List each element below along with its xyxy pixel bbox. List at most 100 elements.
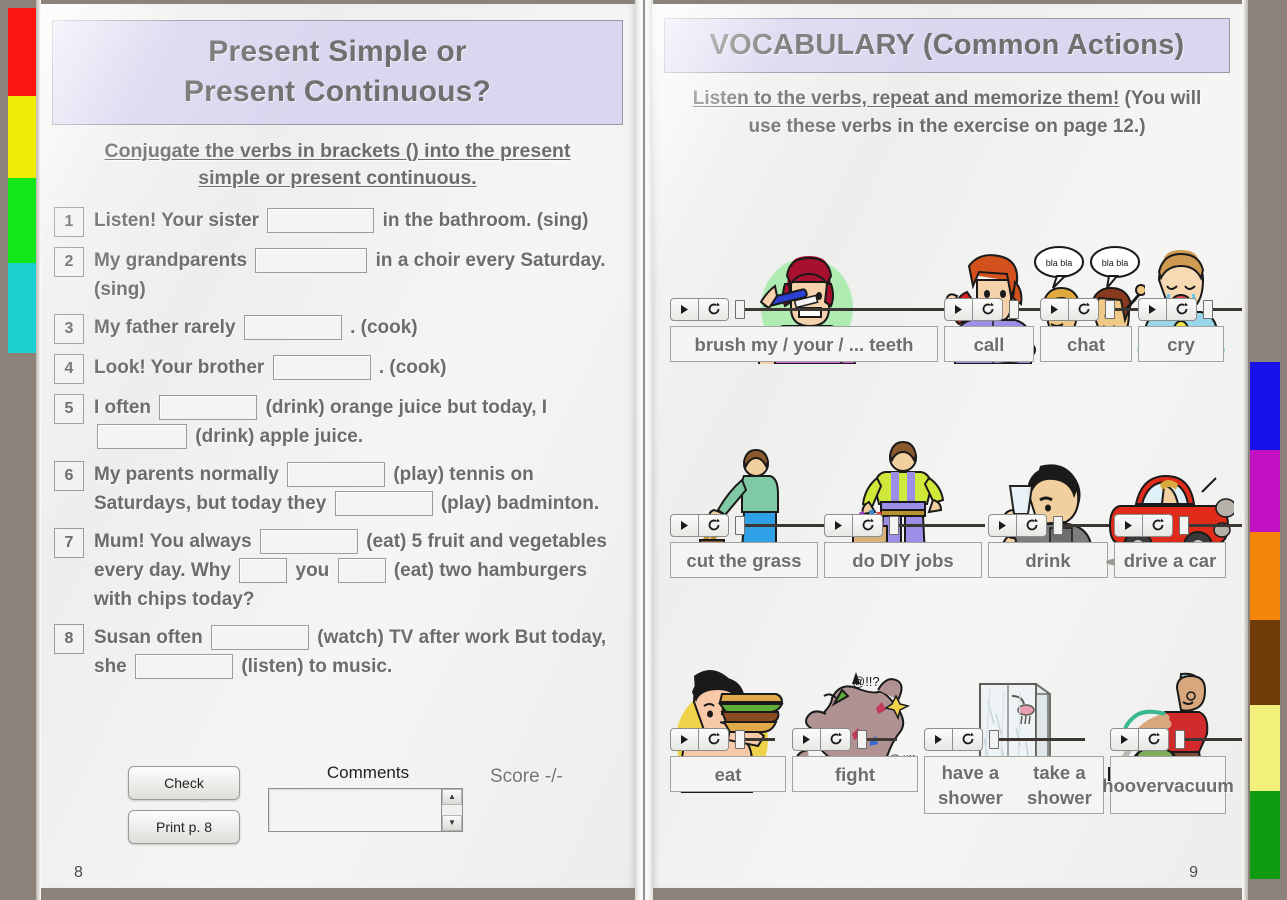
audio-player	[670, 727, 775, 751]
slider-track[interactable]	[1213, 307, 1242, 311]
tab-magenta[interactable]	[1250, 450, 1280, 532]
slider-handle[interactable]	[889, 515, 899, 535]
play-icon[interactable]	[670, 727, 699, 751]
answer-input[interactable]	[334, 491, 433, 517]
answer-input[interactable]	[272, 355, 371, 381]
audio-progress-slider[interactable]	[735, 515, 831, 536]
slider-handle[interactable]	[1009, 299, 1019, 319]
vocabulary-label[interactable]: fight	[792, 756, 918, 792]
comments-input[interactable]	[268, 788, 442, 832]
slider-track[interactable]	[745, 523, 831, 527]
replay-icon[interactable]	[699, 297, 729, 321]
play-icon[interactable]	[670, 513, 699, 537]
vocabulary-label[interactable]: chat	[1040, 326, 1132, 362]
slider-handle[interactable]	[735, 729, 745, 749]
audio-progress-slider[interactable]	[1179, 515, 1242, 536]
answer-input[interactable]	[97, 424, 187, 450]
vocabulary-label[interactable]: eat	[670, 756, 786, 792]
audio-progress-slider[interactable]	[1203, 299, 1242, 320]
slider-handle[interactable]	[1053, 515, 1063, 535]
answer-input[interactable]	[239, 558, 288, 584]
print-button[interactable]: Print p. 8	[128, 810, 240, 844]
vocabulary-label[interactable]: hoover vacuum	[1102, 756, 1234, 814]
slider-track[interactable]	[745, 737, 775, 741]
play-icon[interactable]	[824, 513, 853, 537]
vocabulary-label[interactable]: brush my / your / ... teeth	[670, 326, 938, 362]
tab-cyan[interactable]	[8, 263, 38, 353]
play-icon[interactable]	[1138, 297, 1167, 321]
question-item: 1 Listen! Your sister in the bathroom. (s…	[54, 206, 623, 237]
tab-green[interactable]	[8, 178, 38, 263]
answer-input[interactable]	[159, 395, 258, 421]
check-button[interactable]: Check	[128, 766, 240, 800]
audio-progress-slider[interactable]	[857, 729, 897, 750]
replay-icon[interactable]	[953, 727, 983, 751]
tab-blue[interactable]	[1250, 362, 1280, 450]
play-icon[interactable]	[1114, 513, 1143, 537]
vocabulary-item: call	[944, 154, 1049, 364]
answer-input[interactable]	[243, 315, 342, 341]
slider-track[interactable]	[867, 737, 897, 741]
replay-icon[interactable]	[821, 727, 851, 751]
replay-icon[interactable]	[1139, 727, 1169, 751]
play-icon[interactable]	[670, 297, 699, 321]
vocabulary-item: eat	[670, 572, 786, 794]
tab-brown[interactable]	[1250, 620, 1280, 705]
tab-red[interactable]	[8, 8, 38, 96]
right-tab-strip	[1250, 362, 1280, 879]
question-number: 5	[54, 394, 84, 424]
triangle-up-icon[interactable]: ▲	[442, 789, 462, 805]
answer-input[interactable]	[255, 248, 368, 274]
slider-track[interactable]	[999, 737, 1085, 741]
audio-progress-slider[interactable]	[1175, 729, 1242, 750]
slider-handle[interactable]	[735, 299, 745, 319]
question-item: 4 Look! Your brother . (cook)	[54, 353, 623, 384]
slider-track[interactable]	[899, 523, 985, 527]
audio-progress-slider[interactable]	[889, 515, 985, 536]
answer-input[interactable]	[267, 208, 375, 234]
slider-handle[interactable]	[989, 729, 999, 749]
question-text-fragment: (listen) to music.	[241, 656, 393, 677]
vocabulary-label[interactable]: have a shower take a shower	[924, 756, 1104, 814]
audio-progress-slider[interactable]	[735, 729, 775, 750]
slider-handle[interactable]	[1203, 299, 1213, 319]
replay-icon[interactable]	[853, 513, 883, 537]
slider-handle[interactable]	[1179, 515, 1189, 535]
slider-track[interactable]	[1189, 523, 1242, 527]
slider-handle[interactable]	[1105, 299, 1115, 319]
tab-orange[interactable]	[1250, 532, 1280, 620]
answer-input[interactable]	[135, 654, 234, 680]
tab-yellow[interactable]	[8, 96, 38, 178]
play-icon[interactable]	[924, 727, 953, 751]
replay-icon[interactable]	[973, 297, 1003, 321]
comments-scrollbar[interactable]: ▲ ▼	[442, 788, 463, 832]
replay-icon[interactable]	[1069, 297, 1099, 321]
slider-handle[interactable]	[857, 729, 867, 749]
slider-track[interactable]	[1185, 737, 1242, 741]
vocabulary-label[interactable]: call	[944, 326, 1034, 362]
audio-progress-slider[interactable]	[989, 729, 1085, 750]
question-text-fragment: Listen! Your sister	[94, 210, 265, 231]
question-text-fragment: I often	[94, 397, 157, 418]
replay-icon[interactable]	[699, 513, 729, 537]
answer-input[interactable]	[337, 558, 386, 584]
answer-input[interactable]	[211, 625, 310, 651]
play-icon[interactable]	[1040, 297, 1069, 321]
play-icon[interactable]	[944, 297, 973, 321]
answer-input[interactable]	[259, 529, 358, 555]
play-icon[interactable]	[792, 727, 821, 751]
vocabulary-label[interactable]: cry	[1138, 326, 1224, 362]
replay-icon[interactable]	[1167, 297, 1197, 321]
tab-lightyellow[interactable]	[1250, 705, 1280, 791]
tab-green2[interactable]	[1250, 791, 1280, 879]
triangle-down-icon[interactable]: ▼	[442, 815, 462, 831]
replay-icon[interactable]	[1017, 513, 1047, 537]
replay-icon[interactable]	[1143, 513, 1173, 537]
play-icon[interactable]	[1110, 727, 1139, 751]
play-icon[interactable]	[988, 513, 1017, 537]
answer-input[interactable]	[287, 462, 386, 488]
right-page-edge	[1242, 0, 1248, 900]
slider-handle[interactable]	[735, 515, 745, 535]
replay-icon[interactable]	[699, 727, 729, 751]
slider-handle[interactable]	[1175, 729, 1185, 749]
